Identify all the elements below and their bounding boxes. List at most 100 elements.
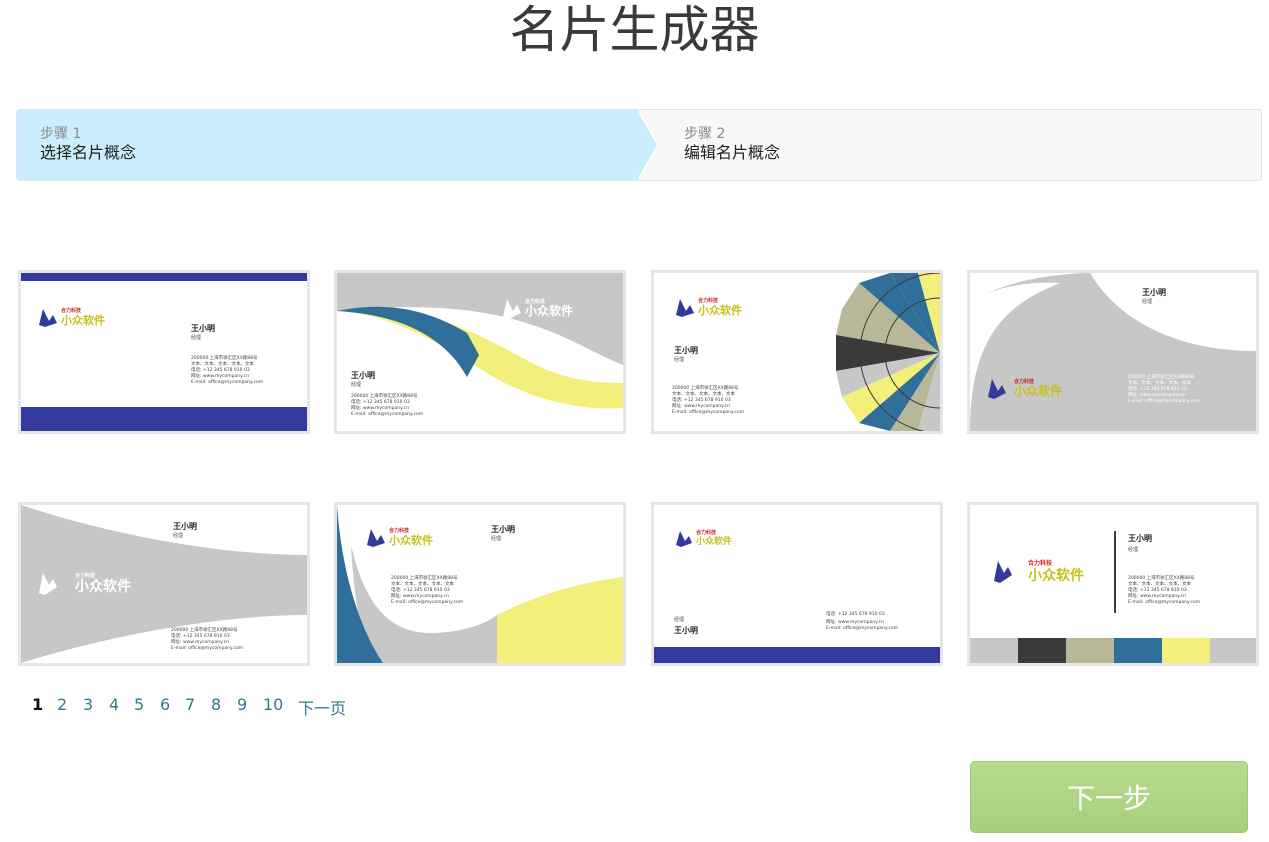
page-link-5[interactable]: 5: [134, 695, 144, 714]
page-link-2[interactable]: 2: [57, 695, 67, 714]
svg-text:小众软件: 小众软件: [695, 535, 732, 547]
logo-mark-icon: [367, 529, 385, 547]
template-card-1[interactable]: 合力科技 小众软件 王小明 经理 200000 上海市徐汇区XX路88号 文本、…: [18, 270, 310, 434]
svg-text:经理: 经理: [173, 532, 183, 539]
template-card-7[interactable]: 合力科技 小众软件 经理 王小明 电话: +12 345 678 910 03 …: [651, 502, 943, 666]
card-yellow-area: [497, 577, 623, 663]
svg-text:电话: +12 345 678 910 03: 电话: +12 345 678 910 03: [191, 366, 250, 373]
svg-text:小众软件: 小众软件: [1028, 567, 1084, 584]
svg-text:经理: 经理: [674, 356, 684, 363]
wizard-step-1-label: 选择名片概念: [40, 143, 137, 162]
svg-text:200000 上海市徐汇区XX路88号: 200000 上海市徐汇区XX路88号: [171, 626, 238, 633]
svg-text:文本、文本、文本、文本、文本: 文本、文本、文本、文本、文本: [1128, 580, 1191, 587]
svg-text:小众软件: 小众软件: [388, 533, 433, 547]
card-bottom-band: [21, 407, 307, 431]
logo-mark-icon: [994, 561, 1012, 583]
svg-text:王小明: 王小明: [1142, 287, 1166, 297]
template-card-3[interactable]: 合力科技 小众软件 王小明 经理 200000 上海市徐汇区XX路88号 文本、…: [651, 270, 943, 434]
wizard-step-1-number: 步骤 1: [40, 126, 82, 142]
template-card-5[interactable]: 合力科技 小众软件 王小明 经理 200000 上海市徐汇区XX路88号 电话:…: [18, 502, 310, 666]
svg-text:电话: +12 345 678 910 03: 电话: +12 345 678 910 03: [826, 610, 885, 617]
wizard-step-2-label: 编辑名片概念: [684, 143, 781, 162]
svg-text:小众软件: 小众软件: [697, 303, 742, 317]
svg-text:网址: www.mycompany.cn: 网址: www.mycompany.cn: [826, 618, 884, 625]
svg-text:E-mail: office@mycompany.com: E-mail: office@mycompany.com: [672, 409, 744, 415]
page-link-1: 1: [32, 695, 44, 714]
page-link-7[interactable]: 7: [185, 695, 195, 714]
company-logo: 合力科技 小众软件: [676, 529, 732, 547]
svg-text:网址: www.mycompany.cn: 网址: www.mycompany.cn: [391, 592, 449, 599]
card-role: 经理: [191, 334, 201, 341]
svg-text:网址: www.mycompany.cn: 网址: www.mycompany.cn: [1128, 592, 1186, 599]
svg-text:电话: +12 345 678 910 03: 电话: +12 345 678 910 03: [1128, 385, 1187, 392]
template-card-6[interactable]: 合力科技 小众软件 王小明 经理 200000 上海市徐汇区XX路88号 文本、…: [334, 502, 626, 666]
svg-text:合力科技: 合力科技: [697, 297, 719, 304]
svg-text:王小明: 王小明: [674, 625, 698, 635]
svg-text:文本、文本、文本、文本、文本: 文本、文本、文本、文本、文本: [672, 390, 735, 397]
svg-text:网址: www.mycompany.cn: 网址: www.mycompany.cn: [191, 372, 249, 379]
card-radial-fan: [836, 273, 940, 431]
svg-text:200000 上海市徐汇区XX路88号: 200000 上海市徐汇区XX路88号: [1128, 373, 1195, 380]
svg-text:王小明: 王小明: [351, 370, 375, 380]
svg-text:200000 上海市徐汇区XX路88号: 200000 上海市徐汇区XX路88号: [391, 574, 458, 581]
company-logo: 合力科技 小众软件: [39, 307, 105, 327]
svg-text:200000 上海市徐汇区XX路88号: 200000 上海市徐汇区XX路88号: [1128, 574, 1195, 581]
card-color-strip: [970, 638, 1256, 663]
svg-text:电话: +12 345 678 910 03: 电话: +12 345 678 910 03: [391, 586, 450, 593]
svg-text:合力科技: 合力科技: [695, 529, 717, 536]
page-next-link[interactable]: 下一页: [298, 695, 346, 719]
svg-text:小众软件: 小众软件: [75, 578, 131, 595]
svg-text:电话: +12 345 678 910 03: 电话: +12 345 678 910 03: [171, 632, 230, 639]
svg-text:经理: 经理: [351, 381, 361, 388]
svg-text:200000 上海市徐汇区XX路88号: 200000 上海市徐汇区XX路88号: [351, 392, 418, 399]
page-link-10[interactable]: 10: [263, 695, 283, 714]
card-divider: [1114, 531, 1116, 613]
svg-text:网址: www.mycompany.cn: 网址: www.mycompany.cn: [672, 402, 730, 409]
wizard-step-2-number: 步骤 2: [684, 126, 726, 142]
page-link-3[interactable]: 3: [83, 695, 93, 714]
template-card-4[interactable]: 王小明 经理 合力科技 小众软件 200000 上海市徐汇区XX路88号 文本、…: [967, 270, 1259, 434]
svg-text:文本、文本、文本、文本、文本: 文本、文本、文本、文本、文本: [1128, 379, 1191, 386]
svg-text:经理: 经理: [491, 535, 501, 542]
svg-text:文本、文本、文本、文本、文本: 文本、文本、文本、文本、文本: [391, 580, 454, 587]
card-lorem: 文本、文本、文本、文本、文本: [191, 360, 254, 367]
wizard-arrow: [637, 110, 657, 180]
logo-brand-main: 小众软件: [60, 313, 105, 327]
card-top-band: [21, 273, 307, 281]
svg-text:E-mail: office@mycompany.com: E-mail: office@mycompany.com: [1128, 398, 1200, 404]
svg-text:E-mail: office@mycompany.com: E-mail: office@mycompany.com: [191, 379, 263, 385]
svg-text:王小明: 王小明: [674, 345, 698, 355]
card-bottom-band: [654, 647, 940, 663]
wizard-step-2[interactable]: 步骤 2 编辑名片概念: [684, 126, 780, 163]
page-link-6[interactable]: 6: [160, 695, 170, 714]
svg-text:合力科技: 合力科技: [74, 572, 96, 579]
svg-text:王小明: 王小明: [173, 521, 197, 531]
company-logo: 合力科技 小众软件: [994, 559, 1084, 584]
company-logo: 合力科技 小众软件: [367, 527, 433, 547]
svg-text:经理: 经理: [674, 616, 684, 623]
page-title: 名片生成器: [509, 1, 760, 59]
wizard-step-1[interactable]: 步骤 1 选择名片概念: [40, 126, 136, 163]
logo-brand-small: 合力科技: [60, 307, 82, 314]
svg-text:王小明: 王小明: [491, 524, 515, 534]
svg-text:电话: +12 345 678 910 03: 电话: +12 345 678 910 03: [351, 398, 410, 405]
svg-text:网址: www.mycompany.cn: 网址: www.mycompany.cn: [1128, 391, 1186, 398]
template-card-8[interactable]: 合力科技 小众软件 王小明 经理 200000 上海市徐汇区XX路88号 文本、…: [967, 502, 1259, 666]
svg-text:合力科技: 合力科技: [1028, 559, 1053, 567]
svg-text:王小明: 王小明: [1128, 533, 1152, 543]
svg-text:电话: +12 345 678 910 03: 电话: +12 345 678 910 03: [672, 396, 731, 403]
svg-text:小众软件: 小众软件: [525, 303, 573, 318]
svg-text:E-mail: office@mycompany.com: E-mail: office@mycompany.com: [351, 411, 423, 417]
template-card-2[interactable]: 合力科技 小众软件 王小明 经理 200000 上海市徐汇区XX路88号 电话:…: [334, 270, 626, 434]
svg-text:经理: 经理: [1142, 298, 1152, 305]
svg-text:E-mail: office@mycompany.com: E-mail: office@mycompany.com: [171, 645, 243, 651]
next-step-button[interactable]: 下一步: [970, 761, 1248, 833]
page-link-4[interactable]: 4: [109, 695, 119, 714]
wizard-steps: 步骤 1 选择名片概念 步骤 2 编辑名片概念: [16, 109, 1262, 181]
card-address: 200000 上海市徐汇区XX路88号: [191, 354, 258, 361]
page-link-9[interactable]: 9: [237, 695, 247, 714]
card-blue-swoosh: [337, 306, 479, 377]
svg-text:合力科技: 合力科技: [388, 527, 410, 534]
page-link-8[interactable]: 8: [211, 695, 221, 714]
logo-mark-icon: [676, 531, 692, 547]
